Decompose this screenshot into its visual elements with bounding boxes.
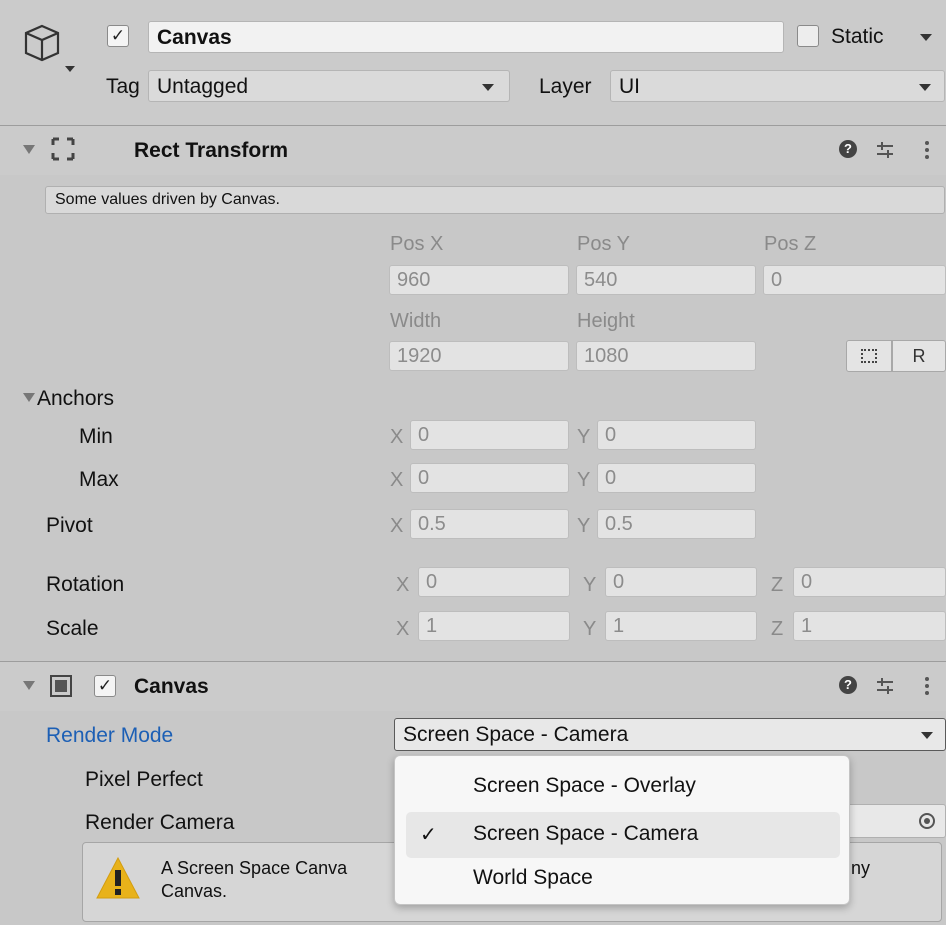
foldout-arrow-icon[interactable] (23, 681, 35, 690)
checkmark-icon: ✓ (420, 824, 437, 846)
pos-y-label: Pos Y (577, 233, 630, 255)
rotation-x-field[interactable]: 0 (418, 567, 570, 597)
y-label: Y (577, 426, 591, 448)
dropdown-option[interactable]: World Space (395, 860, 849, 900)
dropdown-option-selected[interactable]: ✓ Screen Space - Camera (406, 812, 840, 858)
canvas-enabled-checkbox[interactable]: ✓ (94, 675, 116, 697)
gameobject-name-input[interactable]: Canvas (148, 21, 784, 53)
rect-transform-title: Rect Transform (134, 139, 289, 162)
scale-label: Scale (46, 617, 99, 640)
gameobject-active-checkbox[interactable]: ✓ (107, 25, 129, 47)
x-label: X (396, 618, 410, 640)
render-mode-dropdown[interactable]: Screen Space - Camera (394, 718, 946, 751)
rotation-z-field[interactable]: 0 (793, 567, 946, 597)
help-icon[interactable]: ? (839, 676, 857, 694)
option-label: Screen Space - Overlay (473, 774, 696, 797)
scale-y-field[interactable]: 1 (605, 611, 757, 641)
x-label: X (390, 515, 404, 537)
presets-icon[interactable] (874, 675, 896, 697)
foldout-arrow-icon[interactable] (23, 145, 35, 154)
option-label: World Space (473, 866, 593, 889)
anchor-max-x-field[interactable]: 0 (410, 463, 569, 493)
canvas-component-icon (50, 675, 72, 697)
tag-value: Untagged (157, 75, 249, 98)
driven-values-note: Some values driven by Canvas. (45, 186, 945, 214)
pivot-label: Pivot (46, 514, 93, 537)
blueprint-mode-button[interactable] (846, 340, 892, 372)
y-label: Y (577, 469, 591, 491)
gameobject-name: Canvas (157, 26, 232, 49)
height-label: Height (577, 310, 635, 332)
anchor-max-y-field[interactable]: 0 (597, 463, 756, 493)
scale-z-field[interactable]: 1 (793, 611, 946, 641)
pos-x-field[interactable]: 960 (389, 265, 569, 295)
raw-button-label: R (912, 346, 926, 366)
static-checkbox[interactable] (797, 25, 819, 47)
render-mode-label: Render Mode (46, 724, 174, 747)
anchor-max-label: Max (79, 468, 119, 491)
warning-text-line2: Canvas. (161, 881, 228, 901)
canvas-component-title: Canvas (134, 675, 209, 698)
object-picker-icon[interactable] (919, 813, 935, 829)
pos-x-label: Pos X (390, 233, 444, 255)
canvas-component-header[interactable]: ✓ Canvas ? (0, 661, 946, 711)
static-label: Static (831, 25, 884, 48)
y-label: Y (583, 574, 597, 596)
anchor-min-label: Min (79, 425, 113, 448)
warning-icon (95, 856, 141, 900)
more-options-icon[interactable] (924, 139, 930, 161)
pivot-y-field[interactable]: 0.5 (597, 509, 756, 539)
rotation-label: Rotation (46, 573, 125, 596)
help-icon[interactable]: ? (839, 140, 857, 158)
pivot-x-field[interactable]: 0.5 (410, 509, 569, 539)
pos-z-label: Pos Z (764, 233, 817, 255)
tag-label: Tag (106, 75, 140, 98)
layer-label: Layer (539, 75, 592, 98)
gameobject-cube-icon[interactable] (20, 22, 80, 76)
more-options-icon[interactable] (924, 675, 930, 697)
pos-y-field[interactable]: 540 (576, 265, 756, 295)
anchor-min-x-field[interactable]: 0 (410, 420, 569, 450)
x-label: X (390, 426, 404, 448)
layer-dropdown[interactable]: UI (610, 70, 945, 102)
option-label: Screen Space - Camera (473, 822, 699, 845)
rect-transform-header[interactable]: Rect Transform ? (0, 125, 946, 175)
warning-text-line1-tail: ny (851, 858, 871, 878)
raw-edit-button[interactable]: R (892, 340, 946, 372)
scale-x-field[interactable]: 1 (418, 611, 570, 641)
rect-transform-icon (50, 136, 76, 162)
rotation-y-field[interactable]: 0 (605, 567, 757, 597)
dropdown-option[interactable]: Screen Space - Overlay (395, 764, 849, 810)
render-camera-label: Render Camera (85, 811, 235, 834)
driven-note-text: Some values driven by Canvas. (55, 191, 280, 208)
chevron-down-icon (482, 84, 494, 91)
chevron-down-icon (921, 732, 933, 739)
width-label: Width (390, 310, 442, 332)
tag-dropdown[interactable]: Untagged (148, 70, 510, 102)
anchors-foldout-icon[interactable] (23, 393, 35, 402)
static-dropdown-icon[interactable] (920, 34, 932, 41)
render-camera-field[interactable] (840, 804, 946, 838)
x-label: X (390, 469, 404, 491)
render-mode-value: Screen Space - Camera (403, 723, 629, 746)
width-field[interactable]: 1920 (389, 341, 569, 371)
anchors-label[interactable]: Anchors (37, 387, 114, 411)
chevron-down-icon (919, 84, 931, 91)
y-label: Y (583, 618, 597, 640)
blueprint-icon (861, 349, 877, 363)
layer-value: UI (619, 75, 640, 98)
z-label: Z (771, 618, 784, 640)
height-field[interactable]: 1080 (576, 341, 756, 371)
render-mode-dropdown-menu: Screen Space - Overlay ✓ Screen Space - … (394, 755, 850, 905)
z-label: Z (771, 574, 784, 596)
gameobject-header (0, 0, 946, 125)
warning-text-line1: A Screen Space Canva (161, 858, 348, 878)
pos-z-field[interactable]: 0 (763, 265, 946, 295)
x-label: X (396, 574, 410, 596)
anchor-min-y-field[interactable]: 0 (597, 420, 756, 450)
presets-icon[interactable] (874, 139, 896, 161)
y-label: Y (577, 515, 591, 537)
pixel-perfect-label: Pixel Perfect (85, 768, 203, 791)
